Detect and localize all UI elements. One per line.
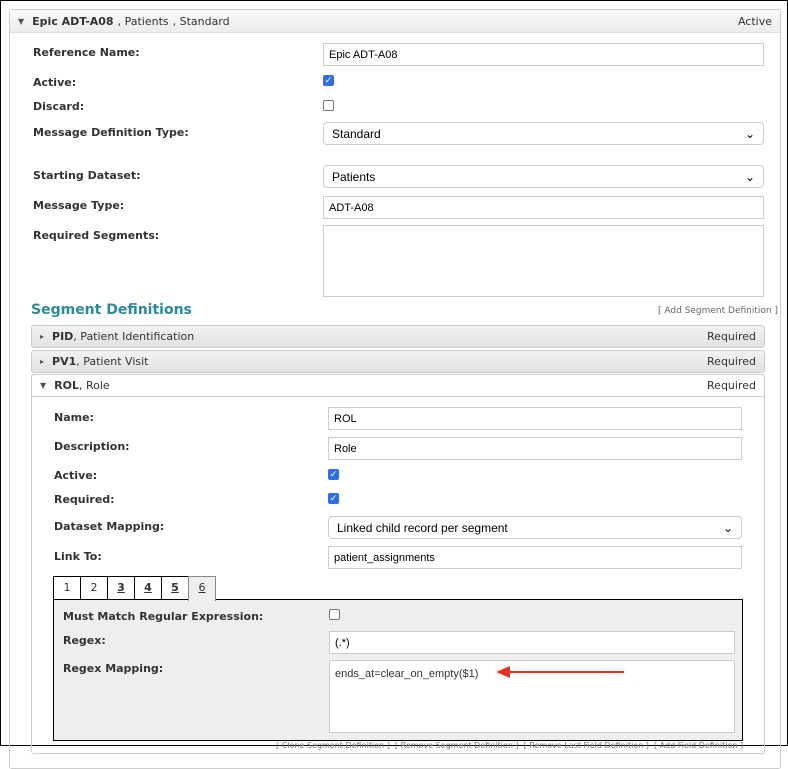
segment-pv1[interactable]: ▸ PV1, Patient Visit Required xyxy=(31,350,765,373)
expand-triangle-icon: ▸ xyxy=(40,357,45,366)
segment-rol[interactable]: ▼ ROL, Role Required xyxy=(31,374,765,397)
panel-status: Active xyxy=(737,14,772,28)
tab-6[interactable]: 6 xyxy=(188,576,216,601)
required-segments-textarea[interactable] xyxy=(323,225,764,297)
tab-5[interactable]: 5 xyxy=(161,576,189,600)
add-segment-definition-link[interactable]: [ Add Segment Definition ] xyxy=(658,306,778,316)
active-label: Active: xyxy=(33,76,77,89)
reference-name-input[interactable]: Epic ADT-A08 xyxy=(323,43,764,66)
segment-code: PV1 xyxy=(52,355,77,368)
regex-mapping-label: Regex Mapping: xyxy=(63,662,164,675)
discard-checkbox[interactable] xyxy=(323,100,334,111)
tab-label: 5 xyxy=(171,581,179,594)
chevron-down-icon: ⌄ xyxy=(744,126,755,141)
dataset-mapping-select[interactable]: Linked child record per segment ⌄ xyxy=(328,516,742,539)
message-definition-type-select[interactable]: Standard ⌄ xyxy=(323,122,764,145)
starting-dataset-label: Starting Dataset: xyxy=(33,169,141,182)
tab-1[interactable]: 1 xyxy=(53,576,81,600)
segment-status: Required xyxy=(707,355,756,368)
tab-label: 2 xyxy=(90,581,98,594)
red-arrow-annotation-icon xyxy=(496,666,624,678)
link-to-label: Link To: xyxy=(54,550,102,563)
rol-active-label: Active: xyxy=(54,469,98,482)
must-match-checkbox[interactable] xyxy=(329,609,340,620)
tab-label: 4 xyxy=(144,581,152,594)
active-checkbox[interactable]: ✓ xyxy=(323,75,334,86)
panel-dataset: , Patients xyxy=(117,14,169,28)
segment-name: , Patient Identification xyxy=(73,330,195,343)
segment-name: , Patient Visit xyxy=(76,355,149,368)
segment-code: ROL xyxy=(54,379,79,392)
segment-pid[interactable]: ▸ PID, Patient Identification Required xyxy=(31,325,765,348)
dataset-mapping-label: Dataset Mapping: xyxy=(54,520,165,533)
required-segments-label: Required Segments: xyxy=(33,229,160,242)
rol-active-checkbox[interactable]: ✓ xyxy=(328,469,339,480)
select-value: Linked child record per segment xyxy=(337,520,508,535)
segment-status: Required xyxy=(707,330,756,343)
collapse-triangle-icon[interactable]: ▼ xyxy=(18,17,24,26)
required-label: Required: xyxy=(54,493,115,506)
tab-label: 1 xyxy=(63,581,71,594)
expand-triangle-icon: ▸ xyxy=(40,332,45,341)
select-value: Standard xyxy=(332,126,381,141)
panel-type: , Standard xyxy=(172,14,230,28)
tab-label: 3 xyxy=(117,581,125,594)
message-type-input[interactable]: ADT-A08 xyxy=(323,196,764,219)
must-match-label: Must Match Regular Expression: xyxy=(63,610,264,623)
message-definition-type-label: Message Definition Type: xyxy=(33,126,189,139)
select-value: Patients xyxy=(332,169,376,184)
panel-title: Epic ADT-A08 xyxy=(32,14,114,28)
discard-label: Discard: xyxy=(33,100,85,113)
starting-dataset-select[interactable]: Patients ⌄ xyxy=(323,165,764,188)
collapse-triangle-icon: ▼ xyxy=(40,381,47,390)
name-input[interactable]: ROL xyxy=(328,407,742,430)
panel-header[interactable]: ▼ Epic ADT-A08 , Patients , Standard Act… xyxy=(10,10,780,33)
link-to-input[interactable]: patient_assignments xyxy=(328,546,742,569)
segment-code: PID xyxy=(52,330,74,343)
regex-input[interactable]: (.*) xyxy=(329,631,735,654)
tab-4[interactable]: 4 xyxy=(134,576,162,600)
chevron-down-icon: ⌄ xyxy=(744,169,755,184)
segment-name: , Role xyxy=(79,379,110,392)
regex-label: Regex: xyxy=(63,634,106,647)
name-label: Name: xyxy=(54,411,94,424)
message-type-label: Message Type: xyxy=(33,199,125,212)
chevron-down-icon: ⌄ xyxy=(722,520,733,535)
description-label: Description: xyxy=(54,440,130,453)
segment-status: Required xyxy=(707,379,756,392)
description-input[interactable]: Role xyxy=(328,437,742,460)
segment-definitions-heading: Segment Definitions xyxy=(31,302,192,318)
tab-label: 6 xyxy=(198,581,206,594)
tab-3[interactable]: 3 xyxy=(107,576,135,600)
tab-2[interactable]: 2 xyxy=(80,576,108,600)
reference-name-label: Reference Name: xyxy=(33,46,140,59)
required-checkbox[interactable]: ✓ xyxy=(328,493,339,504)
